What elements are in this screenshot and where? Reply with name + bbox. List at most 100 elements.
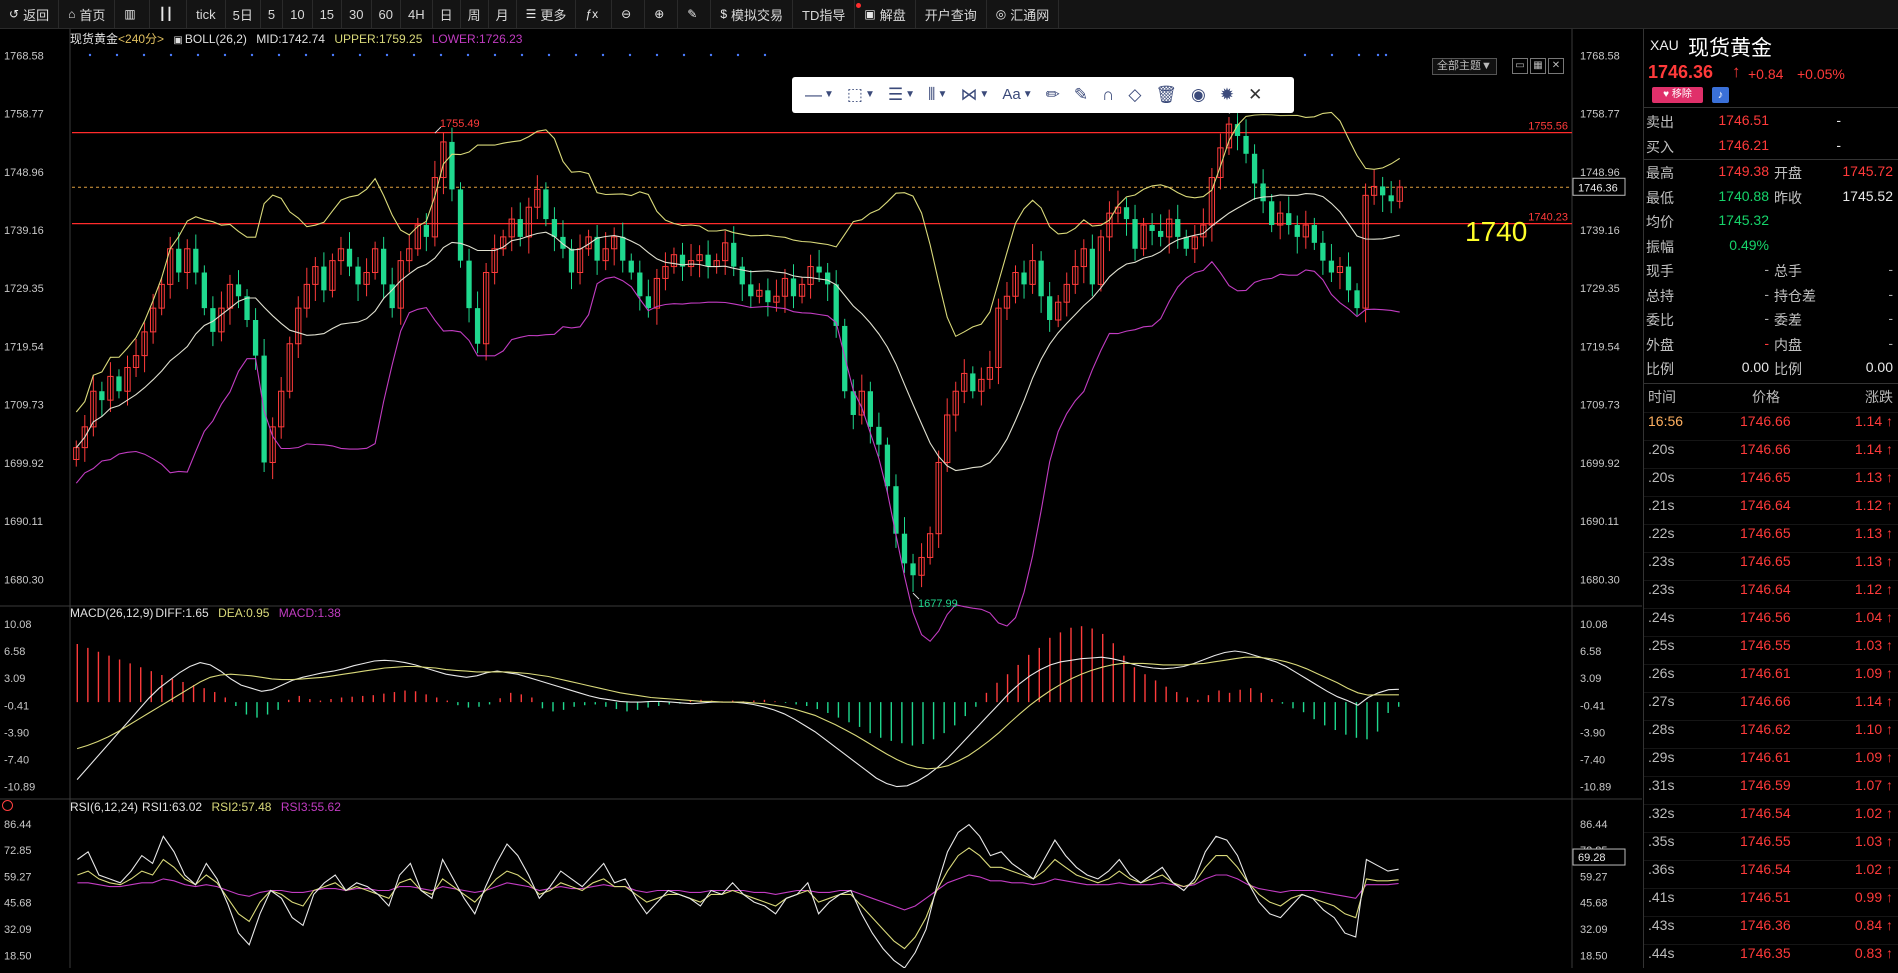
- macd-axis-label-left: -0.41: [4, 700, 29, 712]
- window-close-icon[interactable]: ✕: [1548, 58, 1564, 74]
- tick-row[interactable]: .25s 1746.55 1.03 ↑: [1644, 636, 1898, 665]
- marker-dot: [250, 53, 254, 57]
- toolbar-item-11[interactable]: 4H: [401, 0, 433, 28]
- toolbar-item-4[interactable]: tick: [187, 0, 226, 28]
- buy-qty: -: [1836, 137, 1841, 153]
- chart-area[interactable]: 1768.58 1768.58 1758.77 1758.77 1748.96 1748.…: [0, 29, 1642, 968]
- price-axis-label-left: 1758.77: [4, 109, 44, 121]
- tick-row[interactable]: 16:56 1746.66 1.14 ↑: [1644, 412, 1898, 441]
- candle-body: [466, 260, 472, 309]
- text-tool-icon[interactable]: Aa: [1002, 77, 1020, 113]
- stat-row: 振幅 0.49%: [1644, 237, 1898, 262]
- toolbar-item-7[interactable]: 10: [283, 0, 313, 28]
- tick-row[interactable]: .43s 1746.36 0.84 ↑: [1644, 916, 1898, 945]
- remove-watchlist-button[interactable]: ♥ 移除: [1652, 87, 1703, 103]
- toolbar-item-24[interactable]: ◎ 汇通网: [987, 0, 1060, 28]
- candle-body: [637, 272, 643, 297]
- eraser-icon[interactable]: ◇: [1128, 77, 1141, 113]
- alert-bell-button[interactable]: ♪: [1712, 87, 1729, 103]
- tick-row[interactable]: .41s 1746.51 0.99 ↑: [1644, 888, 1898, 917]
- toolbar-item-21[interactable]: TD指导: [793, 0, 862, 28]
- fib-tool-icon[interactable]: ⦀: [928, 77, 935, 113]
- tick-row[interactable]: .24s 1746.56 1.04 ↑: [1644, 608, 1898, 637]
- tick-row[interactable]: .31s 1746.59 1.07 ↑: [1644, 776, 1898, 805]
- up-arrow-icon: ↑: [1886, 581, 1893, 597]
- toolbar-item-16[interactable]: ƒx: [576, 0, 613, 28]
- toolbar-item-3[interactable]: ┃┃: [150, 0, 188, 28]
- toolbar-item-23[interactable]: 开户查询: [916, 0, 987, 28]
- toolbar-item-19[interactable]: ✎: [678, 0, 712, 28]
- toolbar-item-8[interactable]: 15: [313, 0, 343, 28]
- macd-axis-label-left: 10.08: [4, 619, 32, 631]
- toolbar-item-10[interactable]: 60: [372, 0, 401, 28]
- fib-tool-dropdown-icon[interactable]: ▼: [938, 77, 948, 113]
- kline-chart-canvas[interactable]: 1768.58 1768.58 1758.77 1758.77 1748.96 1748.…: [0, 29, 1642, 968]
- close-icon[interactable]: ✕: [1248, 77, 1262, 113]
- gear-icon[interactable]: ✹: [1220, 77, 1234, 113]
- rect-tool-icon[interactable]: ⬚: [847, 77, 863, 113]
- tick-row[interactable]: .28s 1746.62 1.10 ↑: [1644, 720, 1898, 749]
- rect-tool-dropdown-icon[interactable]: ▼: [865, 77, 875, 113]
- tick-row[interactable]: .26s 1746.61 1.09 ↑: [1644, 664, 1898, 693]
- rsi-indicator-icon[interactable]: [2, 800, 13, 811]
- marker-dot: [385, 53, 389, 57]
- toolbar-item-9[interactable]: 30: [342, 0, 372, 28]
- toolbar-item-2[interactable]: ▥: [115, 0, 150, 28]
- tick-row[interactable]: .22s 1746.65 1.13 ↑: [1644, 524, 1898, 553]
- tick-row[interactable]: .21s 1746.64 1.12 ↑: [1644, 496, 1898, 525]
- ruler-icon[interactable]: ✏: [1046, 77, 1060, 113]
- tick-row[interactable]: .20s 1746.66 1.14 ↑: [1644, 440, 1898, 469]
- channel-tool-icon[interactable]: ☰: [888, 77, 903, 113]
- tick-row[interactable]: .23s 1746.64 1.12 ↑: [1644, 580, 1898, 609]
- tick-row[interactable]: .20s 1746.65 1.13 ↑: [1644, 468, 1898, 497]
- eye-icon[interactable]: ◉: [1191, 77, 1206, 113]
- tick-time: .20s: [1648, 441, 1675, 457]
- toolbar-item-20[interactable]: $ 模拟交易: [711, 0, 794, 28]
- toolbar-item-14[interactable]: 月: [489, 0, 517, 28]
- line-tool-icon[interactable]: —: [805, 77, 822, 113]
- tick-change-value: 1.13: [1854, 469, 1883, 485]
- brush-icon[interactable]: ✎: [1074, 77, 1088, 113]
- window-minimize-icon[interactable]: ▭: [1512, 58, 1528, 74]
- channel-tool-dropdown-icon[interactable]: ▼: [905, 77, 915, 113]
- toolbar-item-22[interactable]: ▣ 解盘: [855, 0, 916, 28]
- toolbar-item-17[interactable]: ⊖: [612, 0, 646, 28]
- tick-time: .41s: [1648, 889, 1675, 905]
- toolbar-item-1[interactable]: ⌂ 首页: [59, 0, 116, 28]
- line-tool-dropdown-icon[interactable]: ▼: [824, 77, 834, 113]
- tick-row[interactable]: .32s 1746.54 1.02 ↑: [1644, 804, 1898, 833]
- tick-row[interactable]: .29s 1746.61 1.09 ↑: [1644, 748, 1898, 777]
- trash-icon[interactable]: 🗑: [1155, 77, 1177, 113]
- candle-body: [628, 260, 634, 273]
- price-axis-label-left: 1680.30: [4, 574, 44, 586]
- tick-row[interactable]: .36s 1746.54 1.02 ↑: [1644, 860, 1898, 889]
- toolbar-item-18[interactable]: ⊕: [645, 0, 679, 28]
- tick-row[interactable]: .23s 1746.65 1.13 ↑: [1644, 552, 1898, 581]
- tick-price: 1746.65: [1740, 553, 1791, 569]
- stat-value: 1740.88: [1718, 187, 1769, 204]
- toolbar-item-13[interactable]: 周: [461, 0, 489, 28]
- magnet-icon[interactable]: ∩: [1102, 77, 1114, 113]
- chart-annotation-1740[interactable]: 1740: [1465, 216, 1527, 248]
- tick-row[interactable]: .27s 1746.66 1.14 ↑: [1644, 692, 1898, 721]
- theme-dropdown[interactable]: 全部主题▼: [1432, 58, 1497, 75]
- toolbar-item-0[interactable]: ↺ 返回: [0, 0, 60, 28]
- toolbar-item-12[interactable]: 日: [433, 0, 461, 28]
- text-tool-dropdown-icon[interactable]: ▼: [1023, 77, 1033, 113]
- toolbar-label: 4H: [407, 6, 425, 22]
- macd-axis-label-right: -0.41: [1580, 700, 1605, 712]
- stat-value: -: [1888, 310, 1893, 326]
- tick-row[interactable]: .35s 1746.55 1.03 ↑: [1644, 832, 1898, 861]
- window-tile-icon[interactable]: ▦: [1530, 58, 1546, 74]
- tick-row[interactable]: .44s 1746.35 0.83 ↑: [1644, 944, 1898, 973]
- toolbar-item-6[interactable]: 5: [261, 0, 284, 28]
- divider: [1644, 107, 1898, 108]
- stat-row: 总持 - 持仓差 -: [1644, 286, 1898, 311]
- toolbar-label: 60: [378, 6, 393, 22]
- pattern-tool-icon[interactable]: ⋈: [960, 77, 977, 113]
- toolbar-item-5[interactable]: 5日: [226, 0, 261, 28]
- pattern-tool-dropdown-icon[interactable]: ▼: [979, 77, 989, 113]
- candle-body: [620, 236, 626, 261]
- toolbar-item-15[interactable]: ☰ 更多: [517, 0, 577, 28]
- quote-panel: XAU 现货黄金 1746.36 ↑ +0.84 +0.05% ♥ 移除 ♪ 卖…: [1643, 29, 1898, 968]
